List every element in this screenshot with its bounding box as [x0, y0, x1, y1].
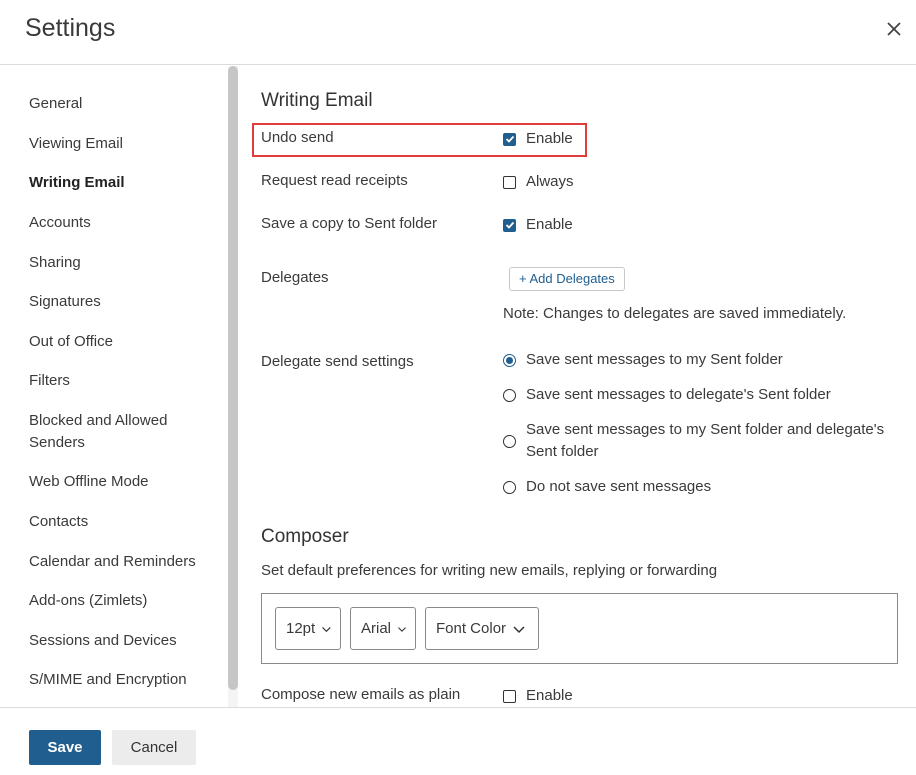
compose-plain-label: Compose new emails as plain — [261, 686, 461, 703]
chevron-down-icon — [513, 625, 525, 633]
delegate-send-radio-3[interactable] — [503, 434, 516, 448]
delegate-send-option-1[interactable]: Save sent messages to my Sent folder — [503, 349, 783, 371]
undo-send-option-label: Enable — [526, 130, 573, 147]
delegate-send-option-3[interactable]: Save sent messages to my Sent folder and… — [503, 419, 903, 463]
undo-send-checkbox[interactable] — [503, 132, 516, 146]
read-receipts-checkbox[interactable] — [503, 175, 516, 189]
delegate-send-option-4[interactable]: Do not save sent messages — [503, 476, 711, 498]
read-receipts-option-label: Always — [526, 173, 574, 190]
composer-toolbar: 12pt Arial Font Color — [261, 593, 898, 664]
sidebar-item-signatures[interactable]: Signatures — [29, 291, 214, 313]
font-family-select[interactable]: Arial — [350, 607, 416, 650]
delegate-send-label: Delegate send settings — [261, 353, 414, 370]
font-color-select[interactable]: Font Color — [425, 607, 539, 650]
delegate-send-option-4-label: Do not save sent messages — [526, 478, 712, 495]
sidebar-item-sharing[interactable]: Sharing — [29, 252, 214, 274]
font-color-value: Font Color — [436, 620, 507, 637]
sidebar-item-contacts[interactable]: Contacts — [29, 511, 214, 533]
undo-send-label: Undo send — [261, 129, 334, 146]
undo-send-option[interactable]: Enable — [503, 128, 573, 150]
delegate-send-option-3-label: Save sent messages to my Sent folder and… — [526, 421, 885, 460]
section-title-writing-email: Writing Email — [261, 90, 373, 111]
delegate-send-option-2-label: Save sent messages to delegate's Sent fo… — [526, 386, 831, 403]
read-receipts-option[interactable]: Always — [503, 171, 574, 193]
composer-description: Set default preferences for writing new … — [261, 562, 718, 579]
cancel-button[interactable]: Cancel — [112, 730, 196, 765]
save-copy-checkbox[interactable] — [503, 218, 516, 232]
delegate-send-radio-2[interactable] — [503, 388, 516, 402]
compose-plain-checkbox[interactable] — [503, 689, 516, 703]
compose-plain-option[interactable]: Enable — [503, 685, 573, 707]
compose-plain-option-label: Enable — [526, 687, 573, 704]
chevron-down-icon — [322, 626, 331, 632]
sidebar-scrollbar-thumb[interactable] — [228, 66, 238, 690]
settings-content: Writing Email Undo send Enable Request r… — [238, 66, 916, 707]
font-size-value: 12pt — [286, 620, 316, 637]
sidebar-item-viewing-email[interactable]: Viewing Email — [29, 133, 214, 155]
sidebar-item-general[interactable]: General — [29, 93, 214, 115]
sidebar-item-smime-encryption[interactable]: S/MIME and Encryption — [29, 669, 214, 691]
save-button[interactable]: Save — [29, 730, 101, 765]
delegates-note: Note: Changes to delegates are saved imm… — [503, 305, 847, 322]
sidebar-item-web-offline-mode[interactable]: Web Offline Mode — [29, 471, 214, 493]
read-receipts-label: Request read receipts — [261, 172, 408, 189]
add-delegates-button[interactable]: + Add Delegates — [509, 267, 625, 291]
chevron-down-icon — [398, 626, 406, 632]
delegate-send-radio-1[interactable] — [503, 353, 516, 367]
font-family-value: Arial — [361, 620, 392, 637]
sidebar-item-blocked-allowed-senders[interactable]: Blocked and Allowed Senders — [29, 410, 189, 454]
delegate-send-option-2[interactable]: Save sent messages to delegate's Sent fo… — [503, 384, 831, 406]
delegate-send-radio-4[interactable] — [503, 480, 516, 494]
save-copy-option[interactable]: Enable — [503, 214, 573, 236]
font-size-select[interactable]: 12pt — [275, 607, 341, 650]
sidebar-item-filters[interactable]: Filters — [29, 370, 214, 392]
sidebar-item-writing-email[interactable]: Writing Email — [29, 172, 214, 194]
sidebar-item-out-of-office[interactable]: Out of Office — [29, 331, 214, 353]
dialog-footer: Save Cancel — [0, 707, 916, 775]
sidebar-item-calendar-reminders[interactable]: Calendar and Reminders — [29, 551, 214, 573]
save-copy-label: Save a copy to Sent folder — [261, 215, 437, 232]
sidebar-item-accounts[interactable]: Accounts — [29, 212, 214, 234]
sidebar-item-sessions-devices[interactable]: Sessions and Devices — [29, 630, 214, 652]
settings-sidebar: General Viewing Email Writing Email Acco… — [0, 66, 228, 707]
sidebar-item-addons-zimlets[interactable]: Add-ons (Zimlets) — [29, 590, 214, 612]
close-icon[interactable] — [882, 17, 906, 41]
delegate-send-option-1-label: Save sent messages to my Sent folder — [526, 351, 783, 368]
delegates-label: Delegates — [261, 269, 329, 286]
save-copy-option-label: Enable — [526, 216, 573, 233]
dialog-header: Settings — [0, 0, 916, 65]
section-title-composer: Composer — [261, 526, 349, 547]
dialog-title: Settings — [25, 14, 116, 42]
